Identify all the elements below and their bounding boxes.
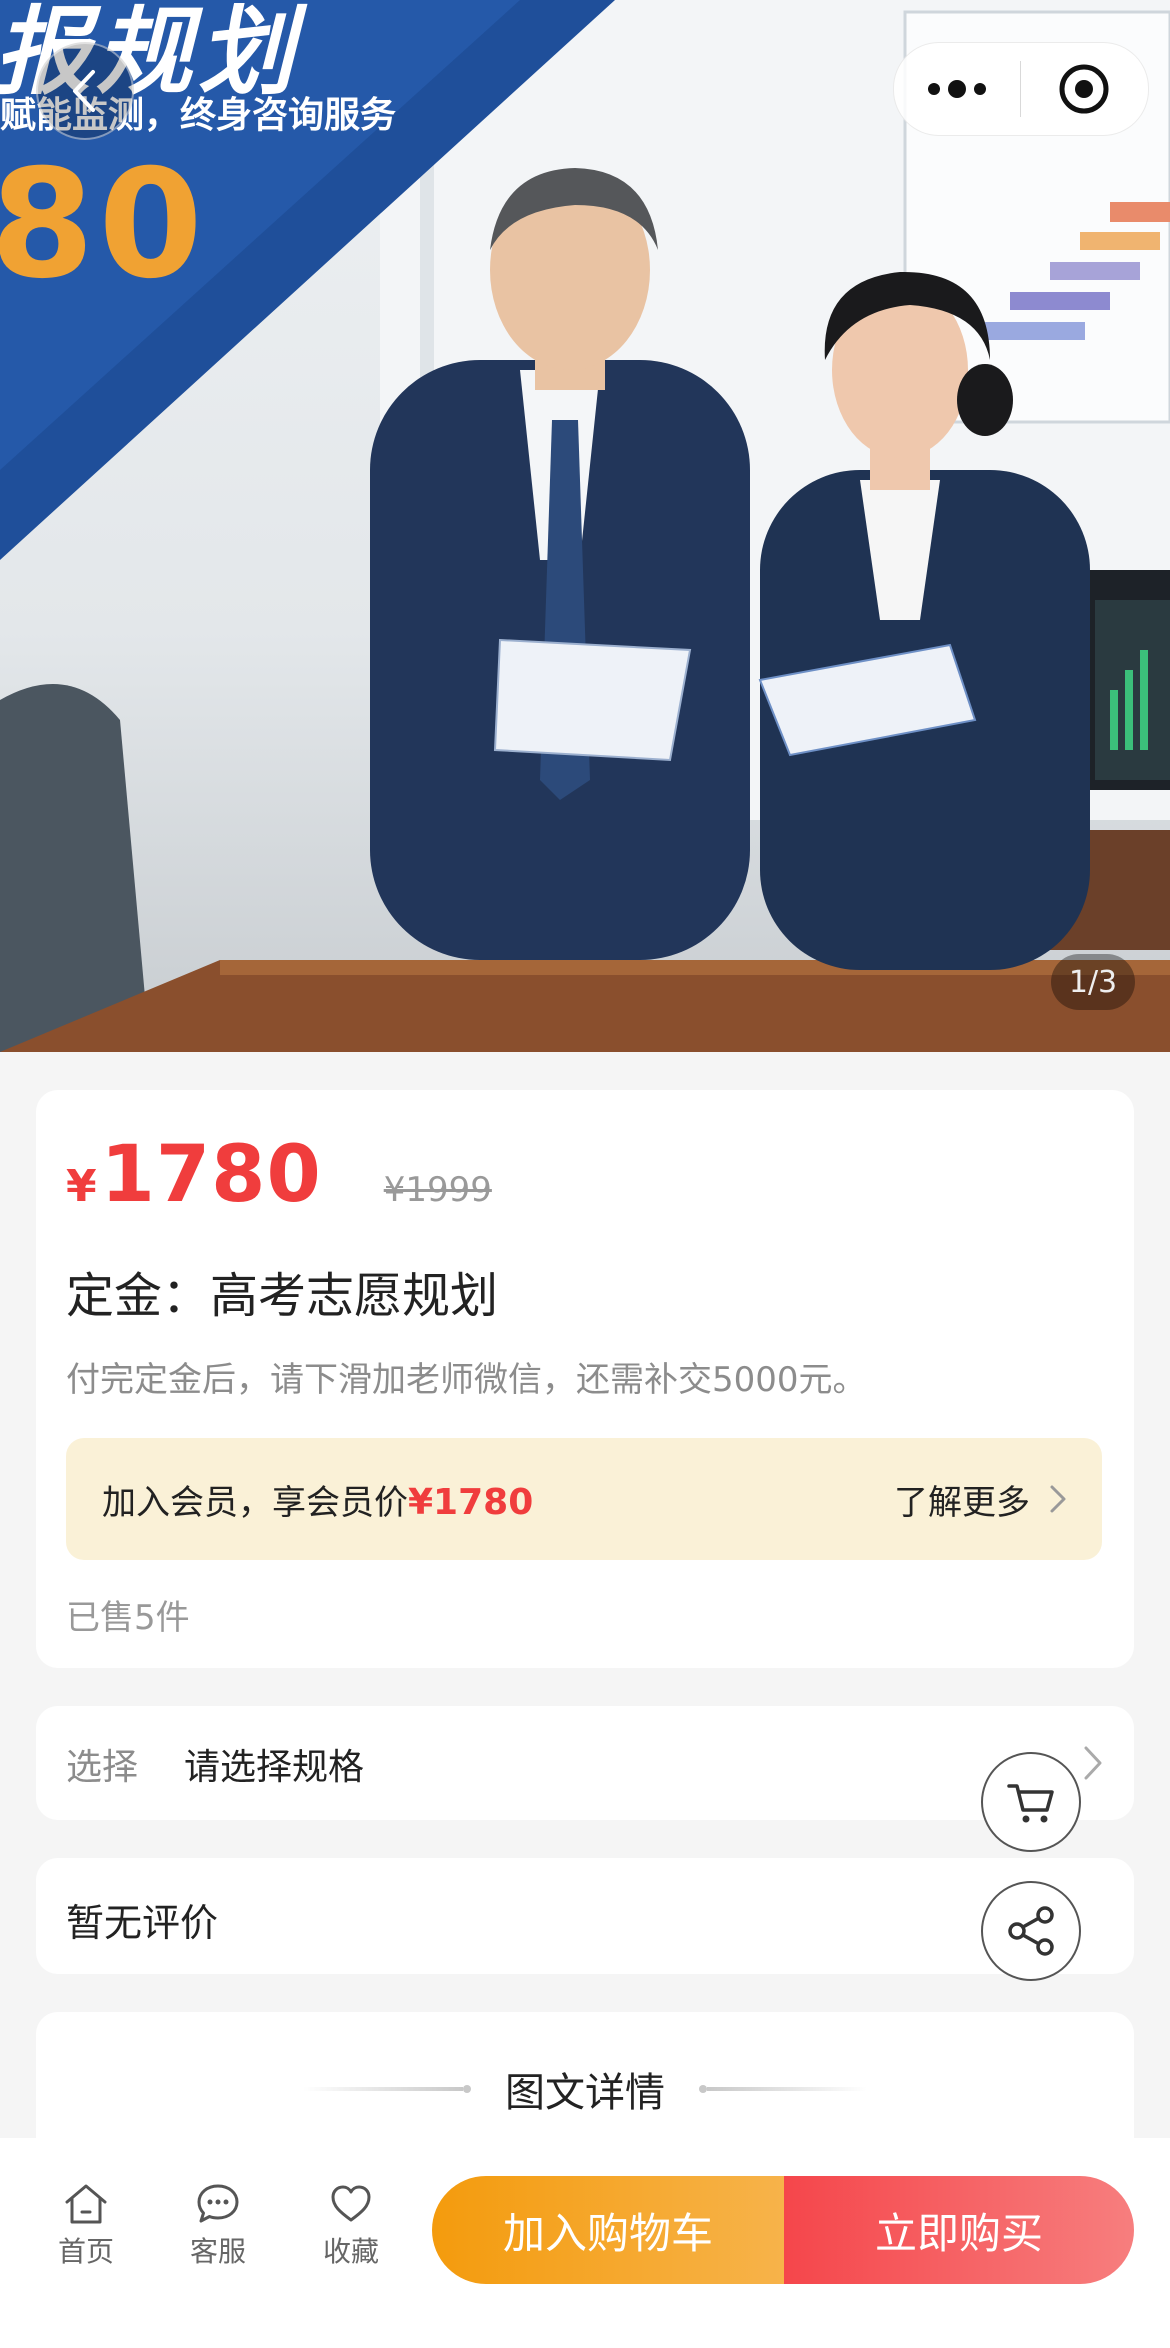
product-title: 定金：高考志愿规划 <box>66 1268 499 1324</box>
member-promo-bar[interactable]: 加入会员，享会员价¥1780 了解更多 <box>66 1438 1102 1560</box>
nav-favorite-label: 收藏 <box>322 2235 379 2268</box>
reviews-section[interactable]: 暂无评价 <box>36 1858 1134 1974</box>
image-counter: 1/3 <box>1051 954 1135 1010</box>
spec-label: 选择 <box>66 1747 139 1788</box>
floating-share-button[interactable] <box>981 1881 1081 1981</box>
learn-more-label: 了解更多 <box>894 1482 1030 1523</box>
heart-icon <box>331 2185 371 2222</box>
miniprogram-capsule <box>893 42 1149 136</box>
floating-cart-button[interactable] <box>981 1752 1081 1852</box>
close-miniprogram-button[interactable] <box>1021 43 1147 135</box>
more-menu-button[interactable] <box>894 43 1020 135</box>
divider-dot <box>463 2085 471 2093</box>
detail-title: 图文详情 <box>505 2070 665 2116</box>
divider-line <box>707 2087 867 2091</box>
chat-icon <box>197 2184 239 2223</box>
product-image-banner[interactable]: 报规划 赋能监测，终身咨询服务 80 1/3 <box>0 0 1170 1052</box>
nav-service[interactable]: 客服 <box>173 2182 263 2270</box>
price-row: ¥ 1780 ¥1999 <box>66 1130 492 1220</box>
learn-more-link[interactable]: 了解更多 <box>894 1475 1076 1524</box>
detail-header: 图文详情 <box>36 2060 1134 2118</box>
nav-service-label: 客服 <box>189 2235 246 2268</box>
price-card: ¥ 1780 ¥1999 定金：高考志愿规划 付完定金后，请下滑加老师微信，还需… <box>36 1090 1134 1668</box>
current-price: 1780 <box>100 1130 322 1220</box>
original-price: ¥1999 <box>383 1170 492 1210</box>
buy-now-button[interactable]: 立即购买 <box>784 2176 1134 2284</box>
more-dots-icon <box>928 80 986 98</box>
no-reviews-text: 暂无评价 <box>66 1901 219 1945</box>
nav-home[interactable]: 首页 <box>41 2182 131 2270</box>
nav-home-label: 首页 <box>57 2235 114 2268</box>
target-icon <box>1059 64 1109 114</box>
cart-icon <box>1007 1784 1054 1823</box>
sold-count: 已售5件 <box>66 1598 190 1638</box>
banner-number: 80 <box>0 138 207 312</box>
chevron-right-icon <box>1050 1485 1066 1513</box>
nav-favorite[interactable]: 收藏 <box>306 2182 396 2270</box>
chevron-left-icon <box>73 70 95 112</box>
member-price: ¥1780 <box>408 1481 534 1523</box>
spec-value: 请选择规格 <box>184 1747 365 1788</box>
bottom-action-bar: 首页 客服 收藏 加入购物车 立即购买 <box>0 2138 1170 2348</box>
chevron-right-icon <box>1084 1746 1102 1780</box>
divider-dot <box>699 2085 707 2093</box>
currency-symbol: ¥ <box>66 1161 97 1212</box>
member-promo-label: 加入会员，享会员价 <box>102 1482 408 1523</box>
spec-selector[interactable]: 选择 请选择规格 <box>36 1706 1134 1820</box>
product-description: 付完定金后，请下滑加老师微信，还需补交5000元。 <box>66 1360 867 1400</box>
home-icon <box>65 2184 107 2224</box>
divider-line <box>303 2087 463 2091</box>
add-to-cart-button[interactable]: 加入购物车 <box>432 2176 784 2284</box>
back-button[interactable] <box>36 42 134 140</box>
member-promo-text: 加入会员，享会员价¥1780 <box>102 1475 533 1524</box>
share-icon <box>1008 1906 1054 1956</box>
